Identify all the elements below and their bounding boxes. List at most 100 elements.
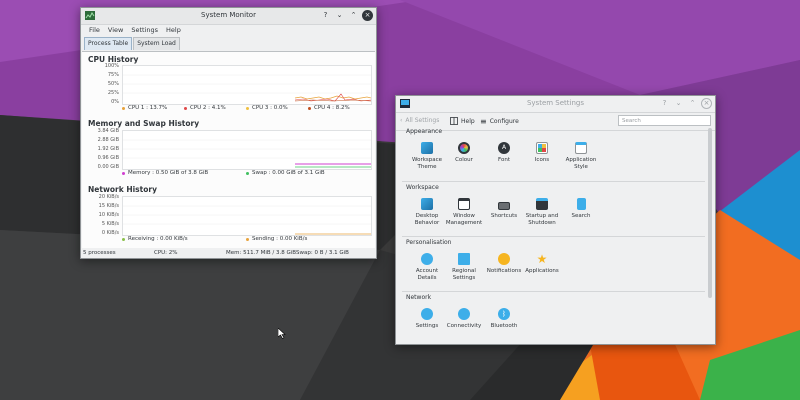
- settings-item-search[interactable]: Search: [561, 198, 601, 220]
- network-history-plot: [122, 196, 372, 236]
- y-tick: 2.88 GiB: [97, 137, 119, 143]
- item-label: Shortcuts: [490, 213, 518, 219]
- tab-process-table[interactable]: Process Table: [84, 37, 133, 50]
- menu-icon: ≡: [480, 117, 487, 126]
- close-icon[interactable]: ×: [701, 98, 712, 109]
- settings-item-window-management[interactable]: Window Management: [444, 198, 484, 227]
- y-tick: 0.96 GiB: [97, 155, 119, 161]
- legend-sending: Sending : 0.00 KiB/s: [246, 236, 370, 242]
- settings-item-shortcuts[interactable]: Shortcuts: [484, 198, 524, 220]
- settings-item-notifications[interactable]: Notifications: [484, 253, 524, 275]
- item-label: Application Style: [565, 157, 597, 170]
- settings-item-font[interactable]: A Font: [484, 142, 524, 164]
- applications-icon: ★: [536, 252, 548, 266]
- y-tick: 50%: [107, 81, 119, 87]
- icons-icon: [536, 142, 548, 154]
- application-style-icon: [575, 142, 587, 154]
- cpu-legend: CPU 1 : 13.7% CPU 2 : 4.1% CPU 3 : 0.0% …: [122, 105, 370, 111]
- legend-receiving: Receiving : 0.00 KiB/s: [122, 236, 246, 242]
- settings-item-regional-settings[interactable]: Regional Settings: [444, 253, 484, 282]
- settings-item-desktop-behavior[interactable]: Desktop Behavior: [407, 198, 447, 227]
- help-button[interactable]: Help: [450, 117, 475, 125]
- y-tick: 20 KiB/s: [98, 194, 119, 200]
- memory-history-title: Memory and Swap History: [88, 119, 200, 128]
- status-cpu: CPU: 2%: [154, 250, 178, 256]
- memory-legend: Memory : 0.50 GiB of 3.8 GiB Swap : 0.00…: [122, 170, 370, 176]
- status-memory: Mem: 511.7 MiB / 3.8 GiB: [226, 250, 297, 256]
- help-icon[interactable]: ?: [320, 10, 331, 21]
- settings-categories: Appearance Workspace Theme Colour A Font …: [399, 128, 705, 340]
- item-label: Settings: [415, 323, 439, 329]
- legend-cpu4: CPU 4 : 8.2%: [308, 105, 370, 111]
- menu-bar: File View Settings Help: [81, 25, 376, 36]
- category-personalisation: Personalisation: [406, 239, 452, 246]
- network-history-title: Network History: [88, 185, 157, 194]
- search-input[interactable]: Search: [618, 115, 711, 126]
- window-management-icon: [458, 198, 470, 210]
- category-workspace: Workspace: [406, 184, 439, 191]
- system-settings-titlebar[interactable]: System Settings ? ⌄ ⌃ ×: [396, 96, 715, 113]
- item-label: Font: [498, 157, 510, 163]
- y-tick: 0.00 GiB: [97, 164, 119, 170]
- legend-cpu2: CPU 2 : 4.1%: [184, 105, 246, 111]
- settings-item-startup-shutdown[interactable]: Startup and Shutdown: [522, 198, 562, 227]
- settings-item-network-settings[interactable]: Settings: [407, 308, 447, 330]
- item-label: Startup and Shutdown: [525, 213, 559, 226]
- tab-bar: Process Table System Load: [81, 37, 376, 50]
- legend-swap: Swap : 0.00 GiB of 3.1 GiB: [246, 170, 370, 176]
- workspace-theme-icon: [421, 142, 433, 154]
- settings-item-application-style[interactable]: Application Style: [561, 142, 601, 171]
- category-network: Network: [406, 294, 432, 301]
- configure-button[interactable]: ≡ Configure: [480, 117, 519, 126]
- item-label: Colour: [455, 157, 473, 163]
- menu-view[interactable]: View: [104, 25, 127, 36]
- y-tick: 5 KiB/s: [101, 221, 119, 227]
- legend-cpu3: CPU 3 : 0.0%: [246, 105, 308, 111]
- close-icon[interactable]: ×: [362, 10, 373, 21]
- item-label: Bluetooth: [490, 323, 518, 329]
- system-settings-window: System Settings ? ⌄ ⌃ × ‹ All Settings H…: [395, 95, 716, 345]
- settings-item-colour[interactable]: Colour: [444, 142, 484, 164]
- legend-cpu1: CPU 1 : 13.7%: [122, 105, 184, 111]
- divider: [402, 291, 705, 292]
- system-load-panel: CPU History 100% 75% 50% 25% 0% CPU 1 : …: [82, 51, 375, 248]
- y-tick: 15 KiB/s: [98, 203, 119, 209]
- menu-settings[interactable]: Settings: [127, 25, 162, 36]
- shortcuts-icon: [498, 202, 510, 210]
- y-tick: 0%: [111, 99, 119, 105]
- y-tick: 100%: [104, 63, 119, 69]
- all-settings-button[interactable]: ‹ All Settings: [400, 117, 439, 124]
- settings-item-icons[interactable]: Icons: [522, 142, 562, 164]
- settings-item-account-details[interactable]: Account Details: [407, 253, 447, 282]
- settings-item-connectivity[interactable]: Connectivity: [444, 308, 484, 330]
- y-tick: 0 KiB/s: [101, 230, 119, 236]
- help-icon[interactable]: ?: [659, 98, 670, 109]
- chevron-up-icon[interactable]: ⌃: [348, 10, 359, 21]
- colour-icon: [458, 142, 470, 154]
- chevron-down-icon[interactable]: ⌄: [334, 10, 345, 21]
- network-legend: Receiving : 0.00 KiB/s Sending : 0.00 Ki…: [122, 236, 370, 242]
- y-tick: 25%: [107, 90, 119, 96]
- category-appearance: Appearance: [406, 128, 443, 135]
- tab-system-load[interactable]: System Load: [133, 37, 180, 50]
- item-label: Search: [571, 213, 591, 219]
- y-tick: 1.92 GiB: [97, 146, 119, 152]
- network-settings-icon: [421, 308, 433, 320]
- regional-settings-icon: [458, 253, 470, 265]
- menu-file[interactable]: File: [85, 25, 104, 36]
- status-swap: Swap: 0 B / 3.1 GiB: [296, 250, 349, 256]
- vertical-scrollbar[interactable]: [708, 128, 712, 298]
- menu-help[interactable]: Help: [162, 25, 185, 36]
- item-label: Notifications: [486, 268, 522, 274]
- memory-history-plot: [122, 130, 372, 170]
- status-processes: 5 processes: [83, 250, 116, 256]
- help-book-icon: [450, 117, 458, 125]
- system-monitor-titlebar[interactable]: System Monitor ? ⌄ ⌃ ×: [81, 8, 376, 25]
- settings-item-applications[interactable]: ★ Applications: [522, 253, 562, 275]
- chevron-up-icon[interactable]: ⌃: [687, 98, 698, 109]
- y-tick: 75%: [107, 72, 119, 78]
- settings-item-bluetooth[interactable]: ᛒ Bluetooth: [484, 308, 524, 330]
- settings-item-workspace-theme[interactable]: Workspace Theme: [407, 142, 447, 171]
- chevron-down-icon[interactable]: ⌄: [673, 98, 684, 109]
- notifications-icon: [498, 253, 510, 265]
